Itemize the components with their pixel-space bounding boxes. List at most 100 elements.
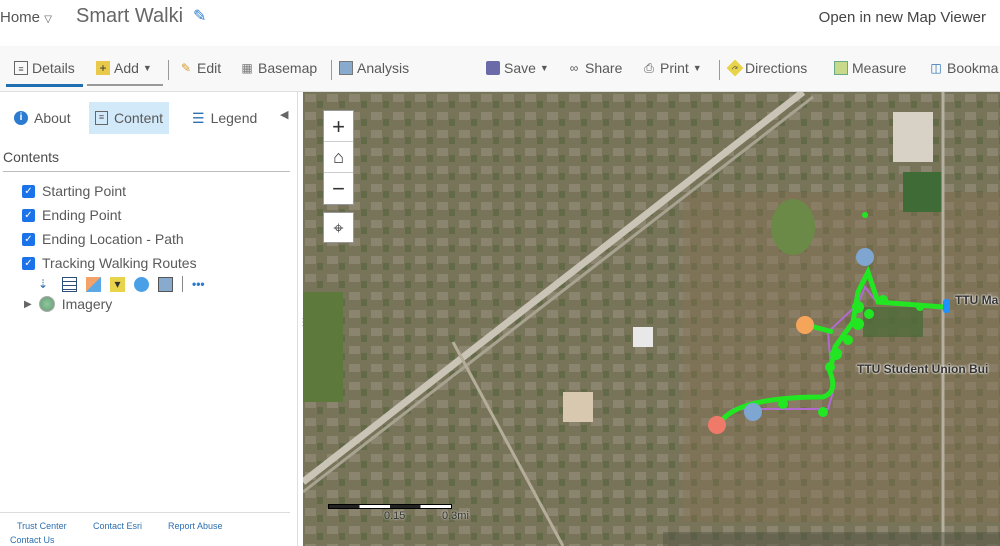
scale-end-label: 0.3mi: [442, 510, 469, 522]
expand-caret-icon[interactable]: ▶: [24, 299, 32, 310]
layer-tools: ⇣ ▾ •••: [38, 276, 205, 292]
map-label: TTU Ma: [955, 293, 999, 307]
zoom-in-button[interactable]: +: [324, 111, 353, 142]
more-options-icon[interactable]: •••: [192, 277, 205, 292]
analysis-button[interactable]: Analysis: [339, 60, 409, 76]
save-icon: [486, 61, 500, 75]
pencil-icon: ✎: [180, 61, 192, 75]
analysis-icon[interactable]: [158, 276, 173, 292]
sidebar: i About ≡ Content ☰ Legend ◀ Contents ✓ Star…: [0, 92, 308, 546]
details-icon: ≡: [14, 61, 28, 75]
ruler-icon: [834, 61, 848, 75]
report-abuse-link[interactable]: Report Abuse: [168, 521, 223, 531]
chevron-down-icon: ▽: [44, 14, 52, 25]
checkbox-checked[interactable]: ✓: [22, 256, 35, 270]
map-label: TTU Student Union Bui: [857, 362, 989, 376]
tab-legend[interactable]: ☰ Legend: [186, 102, 263, 134]
divider: [182, 276, 183, 292]
table-icon[interactable]: [62, 276, 77, 292]
layer-label: Imagery: [61, 296, 113, 312]
bookmarks-button[interactable]: ◫ Bookma: [929, 60, 998, 76]
map-title: Smart Walki: [76, 5, 184, 27]
layer-ending-point[interactable]: ✓ Ending Point: [22, 207, 121, 223]
collapse-panel-icon[interactable]: ◀: [280, 108, 288, 121]
open-new-map-viewer-link[interactable]: Open in new Map Viewer: [819, 9, 986, 26]
home-label: Home: [0, 9, 41, 26]
locate-button[interactable]: ⌖: [323, 212, 354, 243]
zoom-controls: + ⌂ −: [323, 110, 354, 205]
share-button[interactable]: ∞ Share: [567, 60, 623, 76]
contact-us-link[interactable]: Contact Us: [10, 535, 55, 545]
add-icon: +: [96, 61, 110, 75]
checkbox-checked[interactable]: ✓: [22, 208, 35, 222]
tab-about-label: About: [34, 110, 71, 126]
layer-label: Ending Point: [42, 207, 122, 223]
bookmarks-label: Bookma: [947, 60, 999, 76]
location-pin-icon[interactable]: [943, 299, 950, 313]
save-label: Save: [504, 60, 536, 76]
link-icon: ∞: [569, 61, 579, 75]
divider: [3, 171, 290, 172]
edit-title-pencil-icon[interactable]: ✎: [193, 6, 206, 26]
divider: [168, 60, 169, 80]
directions-button[interactable]: ↱ Directions: [726, 59, 808, 77]
trust-center-link[interactable]: Trust Center: [17, 521, 67, 531]
tab-content[interactable]: ≡ Content: [89, 102, 170, 134]
satellite-imagery: [303, 92, 1000, 546]
contact-esri-link[interactable]: Contact Esri: [93, 521, 142, 531]
toolbar: ≡ Details + Add ▼ ✎ Edit ▦ Basemap Analysis S…: [0, 46, 1000, 92]
zoom-out-button[interactable]: −: [324, 173, 353, 204]
crosshair-icon: ⌖: [333, 218, 344, 238]
scale-bar-graphic: [328, 504, 452, 509]
save-button[interactable]: Save ▼: [486, 60, 549, 76]
point-marker[interactable]: [744, 403, 762, 421]
layer-ending-location-path[interactable]: ✓ Ending Location - Path: [22, 231, 184, 247]
edit-button[interactable]: ✎ Edit: [179, 60, 221, 76]
header: Home ▽ Smart Walki ✎ Open in new Map Vie…: [0, 0, 1000, 46]
basemap-grid-icon: ▦: [241, 61, 253, 75]
contents-heading: Contents: [3, 149, 60, 165]
print-button[interactable]: ⎙ Print ▼: [642, 60, 702, 76]
divider: [331, 60, 332, 80]
checkbox-checked[interactable]: ✓: [22, 232, 35, 246]
tab-about[interactable]: i About: [8, 102, 77, 134]
divider: [719, 60, 720, 80]
chevron-down-icon: ▼: [539, 63, 549, 73]
ending-point-marker[interactable]: [796, 316, 814, 334]
add-button[interactable]: + Add ▼: [96, 60, 152, 76]
point-marker[interactable]: [856, 248, 874, 266]
edit-label: Edit: [197, 60, 222, 76]
cluster-icon[interactable]: [134, 276, 149, 292]
layer-label: Ending Location - Path: [42, 231, 184, 247]
measure-button[interactable]: Measure: [834, 60, 906, 76]
scale-bar: 0.15 0.3mi: [328, 504, 469, 522]
map-view[interactable]: TTU Ma TTU Student Union Bui + ⌂ − ⌖ 0.1…: [303, 92, 1000, 546]
chevron-down-icon: ▼: [692, 63, 702, 73]
details-button[interactable]: ≡ Details: [14, 60, 75, 76]
info-icon: i: [14, 111, 28, 125]
legend-list-icon[interactable]: ⇣: [38, 277, 53, 292]
chevron-down-icon: ▼: [142, 63, 152, 73]
home-menu[interactable]: Home ▽: [0, 9, 52, 26]
home-extent-button[interactable]: ⌂: [324, 142, 353, 173]
content-list-icon: ≡: [95, 111, 108, 125]
layer-label: Starting Point: [42, 183, 127, 199]
printer-icon: ⎙: [644, 61, 654, 75]
layer-starting-point[interactable]: ✓ Starting Point: [22, 183, 126, 199]
checkbox-checked[interactable]: ✓: [22, 184, 35, 198]
print-label: Print: [660, 60, 689, 76]
measure-label: Measure: [852, 60, 907, 76]
tab-content-label: Content: [114, 110, 164, 126]
layer-imagery[interactable]: ▶ Imagery: [24, 296, 112, 312]
directions-label: Directions: [745, 60, 808, 76]
details-label: Details: [32, 60, 75, 76]
legend-icon: ☰: [192, 109, 205, 126]
filter-icon[interactable]: ▾: [110, 276, 125, 292]
layer-tracking-walking-routes[interactable]: ✓ Tracking Walking Routes: [22, 255, 197, 271]
analysis-label: Analysis: [357, 60, 410, 76]
analysis-icon: [339, 61, 353, 75]
basemap-button[interactable]: ▦ Basemap: [240, 60, 317, 76]
starting-point-marker[interactable]: [708, 416, 726, 434]
change-style-icon[interactable]: [86, 276, 101, 292]
tab-legend-label: Legend: [210, 110, 258, 126]
